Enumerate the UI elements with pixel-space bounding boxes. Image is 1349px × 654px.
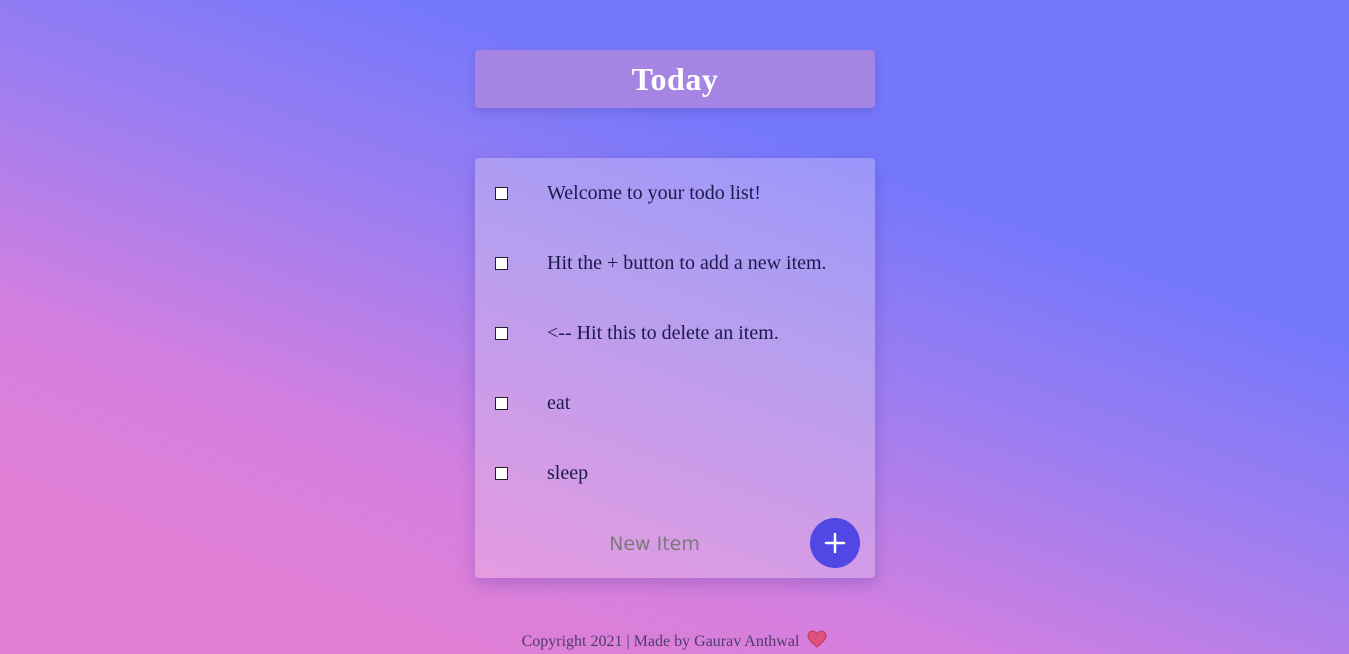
heart-icon (807, 630, 827, 648)
item-checkbox[interactable] (495, 397, 508, 410)
item-text: eat (547, 392, 571, 414)
list-item: Hit the + button to add a new item. (475, 228, 875, 298)
new-item-input[interactable] (495, 523, 814, 565)
item-text: <-- Hit this to delete an item. (547, 322, 779, 344)
item-text: Welcome to your todo list! (547, 182, 761, 204)
footer-text: Copyright 2021 | Made by Gaurav Anthwal (521, 633, 800, 650)
item-checkbox[interactable] (495, 467, 508, 480)
item-checkbox[interactable] (495, 257, 508, 270)
plus-icon (824, 532, 846, 554)
list-item: <-- Hit this to delete an item. (475, 298, 875, 368)
list-item: Welcome to your todo list! (475, 158, 875, 228)
add-item-button[interactable] (810, 518, 860, 568)
item-text: sleep (547, 462, 589, 484)
item-checkbox[interactable] (495, 327, 508, 340)
list-item: eat (475, 368, 875, 438)
list-item: sleep (475, 438, 875, 508)
footer: Copyright 2021 | Made by Gaurav Anthwal (0, 630, 1349, 651)
page-title: Today (631, 60, 719, 97)
header-box: Today (475, 50, 875, 108)
todo-list: Welcome to your todo list! Hit the + but… (475, 158, 875, 578)
item-text: Hit the + button to add a new item. (547, 252, 827, 274)
item-checkbox[interactable] (495, 187, 508, 200)
